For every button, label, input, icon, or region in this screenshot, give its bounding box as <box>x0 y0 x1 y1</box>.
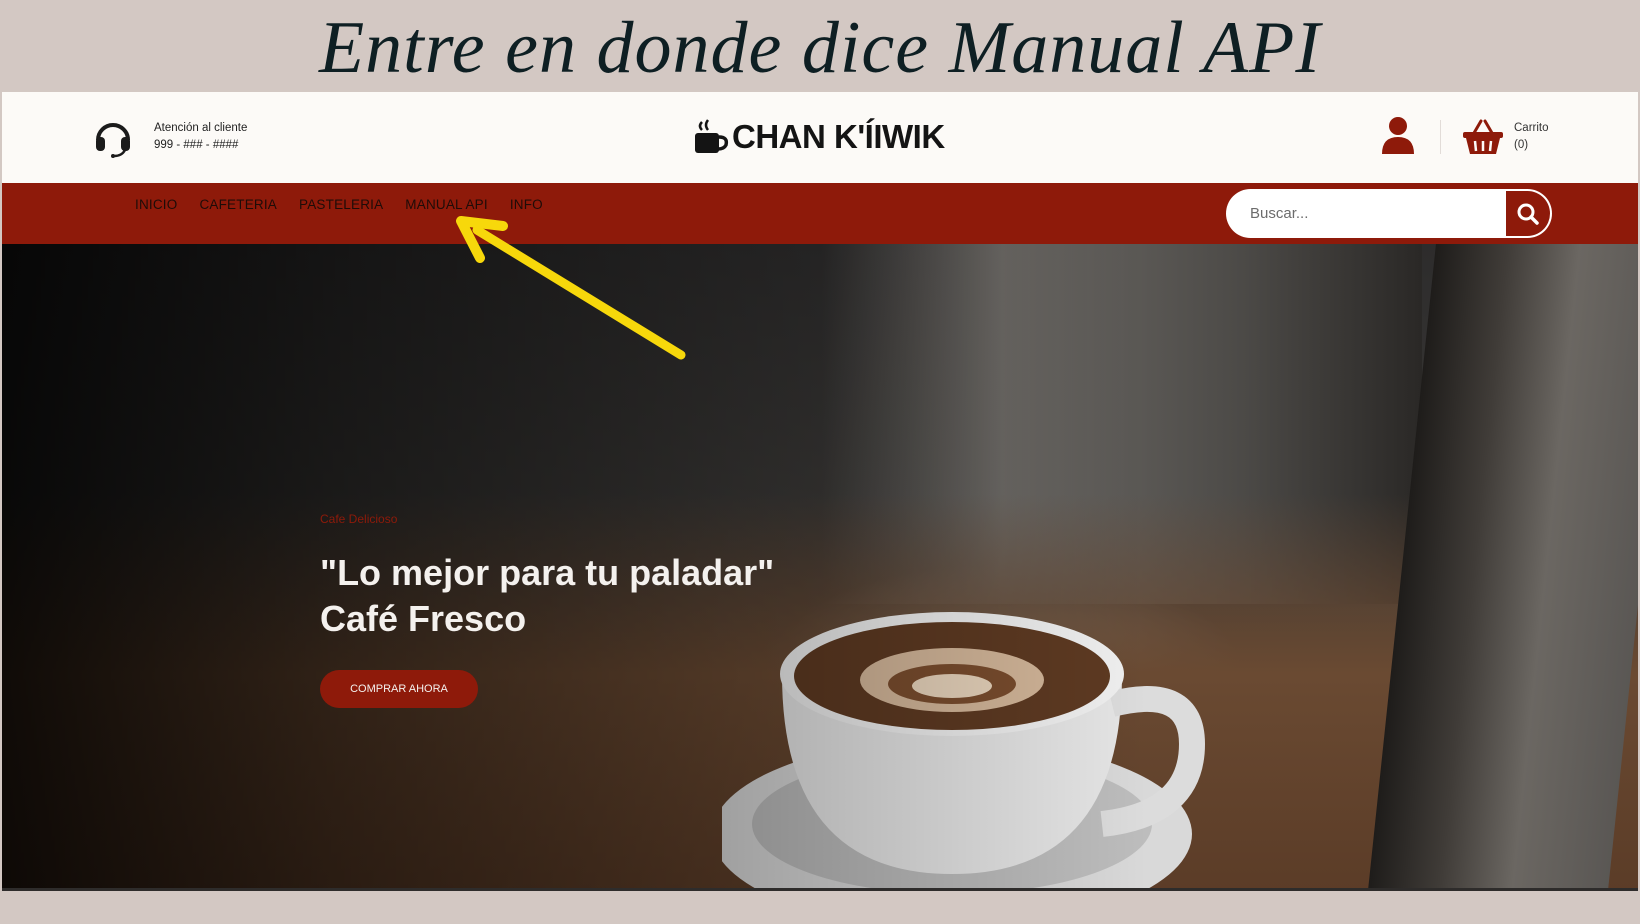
brand-name: CHAN K'ÍIWIK <box>732 118 945 155</box>
nav-item-pasteleria[interactable]: PASTELERIA <box>299 197 383 212</box>
nav-item-cafeteria[interactable]: CAFETERIA <box>199 197 277 212</box>
headset-icon <box>96 123 130 158</box>
search-input[interactable] <box>1226 189 1506 238</box>
nav-item-inicio[interactable]: INICIO <box>135 197 177 212</box>
user-icon[interactable] <box>1380 116 1416 154</box>
cart-label: Carrito <box>1514 122 1549 134</box>
buy-now-button[interactable]: COMPRAR AHORA <box>320 670 478 708</box>
site-header: Atención al cliente 999 - ### - #### CHA… <box>2 92 1638 183</box>
cart-count: (0) <box>1514 139 1529 151</box>
hero-overlay <box>2 244 1638 890</box>
customer-support: Atención al cliente 999 - ### - #### <box>92 116 247 158</box>
support-label: Atención al cliente <box>154 122 248 134</box>
page-bottom-border <box>2 888 1638 891</box>
site-logo[interactable]: CHAN K'ÍIWIK <box>692 118 945 156</box>
browser-viewport: Atención al cliente 999 - ### - #### CHA… <box>2 92 1638 890</box>
yellow-arrow-icon <box>456 216 686 360</box>
hero-headline-line1: "Lo mejor para tu paladar" <box>320 552 775 593</box>
main-nav: INICIO CAFETERIA PASTELERIA MANUAL API I… <box>2 183 1638 244</box>
slide-title: Entre en donde dice Manual API <box>318 7 1321 89</box>
support-phone: 999 - ### - #### <box>154 139 239 151</box>
search-button[interactable] <box>1506 191 1550 236</box>
header-divider <box>1440 120 1441 154</box>
cart-button[interactable]: Carrito (0) <box>1462 118 1549 156</box>
basket-icon <box>1463 119 1503 154</box>
search-box <box>1226 189 1552 238</box>
search-icon <box>1517 203 1539 225</box>
nav-item-manual-api[interactable]: MANUAL API <box>405 197 488 212</box>
nav-item-info[interactable]: INFO <box>510 197 543 212</box>
hero-content: Cafe Delicioso "Lo mejor para tu paladar… <box>320 512 774 708</box>
hero-banner: Cafe Delicioso "Lo mejor para tu paladar… <box>2 244 1638 890</box>
hero-tagline: Cafe Delicioso <box>320 512 398 526</box>
coffee-cup-icon <box>695 119 729 153</box>
hero-headline-line2: Café Fresco <box>320 598 527 639</box>
